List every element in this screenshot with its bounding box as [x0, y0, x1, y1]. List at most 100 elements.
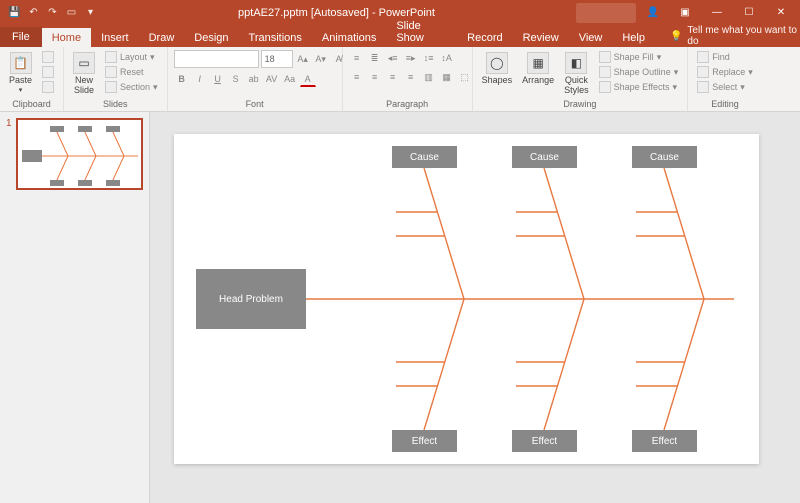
tab-file[interactable]: File — [0, 27, 42, 47]
cause-box-2[interactable]: Cause — [512, 146, 577, 168]
shadow-button[interactable]: ab — [246, 71, 262, 87]
editing-group-label: Editing — [694, 99, 756, 110]
tell-me-label: Tell me what you want to do — [687, 25, 800, 47]
strikethrough-button[interactable]: S — [228, 71, 244, 87]
paste-icon: 📋 — [10, 52, 32, 74]
thumbnail-number: 1 — [6, 118, 12, 190]
align-text-button[interactable]: ▦ — [439, 69, 455, 85]
layout-button[interactable]: Layout ▾ — [102, 50, 161, 64]
ribbon-display-icon[interactable]: ▣ — [670, 3, 700, 23]
cause-box-3[interactable]: Cause — [632, 146, 697, 168]
format-painter-icon — [42, 81, 54, 93]
group-slides: ▭ New Slide Layout ▾ Reset Section ▾ Sli… — [64, 47, 168, 111]
shapes-button[interactable]: ◯Shapes — [479, 50, 516, 87]
tab-review[interactable]: Review — [513, 28, 569, 47]
redo-icon[interactable]: ↷ — [46, 6, 59, 19]
tell-me-search[interactable]: 💡 Tell me what you want to do — [670, 25, 800, 47]
copy-icon — [42, 66, 54, 78]
paste-button[interactable]: 📋 Paste ▾ — [6, 50, 35, 96]
window-title: pptAE27.pptm [Autosaved] - PowerPoint — [97, 7, 576, 19]
line-spacing-button[interactable]: ↕≡ — [421, 50, 437, 66]
head-problem-box[interactable]: Head Problem — [196, 269, 306, 329]
text-direction-button[interactable]: ↕A — [439, 50, 455, 66]
find-icon — [697, 51, 709, 63]
cut-icon — [42, 51, 54, 63]
window-controls: 👤 ▣ — ☐ ✕ — [576, 3, 800, 23]
tab-design[interactable]: Design — [184, 28, 238, 47]
user-avatar-icon[interactable]: 👤 — [638, 3, 668, 23]
decrease-font-icon[interactable]: A▾ — [313, 51, 329, 67]
undo-icon[interactable]: ↶ — [27, 6, 40, 19]
shape-effects-button[interactable]: Shape Effects ▾ — [596, 80, 682, 94]
effect-box-3[interactable]: Effect — [632, 430, 697, 452]
numbering-button[interactable]: ≣ — [367, 50, 383, 66]
change-case-button[interactable]: Aa — [282, 71, 298, 87]
tab-record[interactable]: Record — [457, 28, 512, 47]
slide-thumbnail-1[interactable] — [16, 118, 143, 190]
new-slide-button[interactable]: ▭ New Slide — [70, 50, 98, 97]
tab-slideshow[interactable]: Slide Show — [386, 16, 457, 47]
shape-fill-button[interactable]: Shape Fill ▾ — [596, 50, 682, 64]
italic-button[interactable]: I — [192, 71, 208, 87]
tab-insert[interactable]: Insert — [91, 28, 139, 47]
select-icon — [697, 81, 709, 93]
spacing-button[interactable]: AV — [264, 71, 280, 87]
workspace: 1 — [0, 112, 800, 503]
font-size-combo[interactable]: 18 — [261, 50, 293, 68]
tab-home[interactable]: Home — [42, 28, 91, 47]
smartart-button[interactable]: ⬚ — [457, 69, 473, 85]
cut-button[interactable] — [39, 50, 57, 64]
font-color-button[interactable]: A — [300, 71, 316, 87]
save-icon[interactable]: 💾 — [8, 6, 21, 19]
quick-styles-button[interactable]: ◧Quick Styles — [561, 50, 592, 97]
align-left-button[interactable]: ≡ — [349, 69, 365, 85]
reset-button[interactable]: Reset — [102, 65, 161, 79]
columns-button[interactable]: ▥ — [421, 69, 437, 85]
font-combo[interactable] — [174, 50, 259, 68]
minimize-icon[interactable]: — — [702, 3, 732, 23]
replace-button[interactable]: Replace ▾ — [694, 65, 756, 79]
tab-transitions[interactable]: Transitions — [239, 28, 312, 47]
shape-outline-button[interactable]: Shape Outline ▾ — [596, 65, 682, 79]
slide-canvas-area[interactable]: Head Problem Cause Cause Cause Effect Ef… — [150, 112, 800, 503]
replace-icon — [697, 66, 709, 78]
shape-fill-icon — [599, 51, 611, 63]
tab-animations[interactable]: Animations — [312, 28, 386, 47]
ribbon-tabs: File Home Insert Draw Design Transitions… — [0, 25, 800, 47]
align-center-button[interactable]: ≡ — [367, 69, 383, 85]
close-icon[interactable]: ✕ — [766, 3, 796, 23]
select-button[interactable]: Select ▾ — [694, 80, 756, 94]
copy-button[interactable] — [39, 65, 57, 79]
group-drawing: ◯Shapes ▦Arrange ◧Quick Styles Shape Fil… — [473, 47, 689, 111]
increase-font-icon[interactable]: A▴ — [295, 51, 311, 67]
effect-box-2[interactable]: Effect — [512, 430, 577, 452]
slide-1[interactable]: Head Problem Cause Cause Cause Effect Ef… — [174, 134, 759, 464]
arrange-button[interactable]: ▦Arrange — [519, 50, 557, 87]
justify-button[interactable]: ≡ — [403, 69, 419, 85]
chevron-down-icon: ▾ — [19, 86, 23, 94]
bullets-button[interactable]: ≡ — [349, 50, 365, 66]
tab-help[interactable]: Help — [612, 28, 655, 47]
group-editing: Find Replace ▾ Select ▾ Editing — [688, 47, 762, 111]
start-from-beginning-icon[interactable]: ▭ — [65, 6, 78, 19]
new-slide-icon: ▭ — [73, 52, 95, 74]
shape-outline-icon — [599, 66, 611, 78]
tab-view[interactable]: View — [569, 28, 613, 47]
decrease-indent-button[interactable]: ◂≡ — [385, 50, 401, 66]
format-painter-button[interactable] — [39, 80, 57, 94]
bold-button[interactable]: B — [174, 71, 190, 87]
section-button[interactable]: Section ▾ — [102, 80, 161, 94]
qat-customize-icon[interactable]: ▾ — [84, 6, 97, 19]
effect-box-1[interactable]: Effect — [392, 430, 457, 452]
increase-indent-button[interactable]: ≡▸ — [403, 50, 419, 66]
maximize-icon[interactable]: ☐ — [734, 3, 764, 23]
tab-draw[interactable]: Draw — [139, 28, 185, 47]
user-badge[interactable] — [576, 3, 636, 23]
slide-thumbnail-panel: 1 — [0, 112, 150, 503]
underline-button[interactable]: U — [210, 71, 226, 87]
find-button[interactable]: Find — [694, 50, 756, 64]
paste-label: Paste — [9, 75, 32, 85]
align-right-button[interactable]: ≡ — [385, 69, 401, 85]
shape-effects-icon — [599, 81, 611, 93]
cause-box-1[interactable]: Cause — [392, 146, 457, 168]
